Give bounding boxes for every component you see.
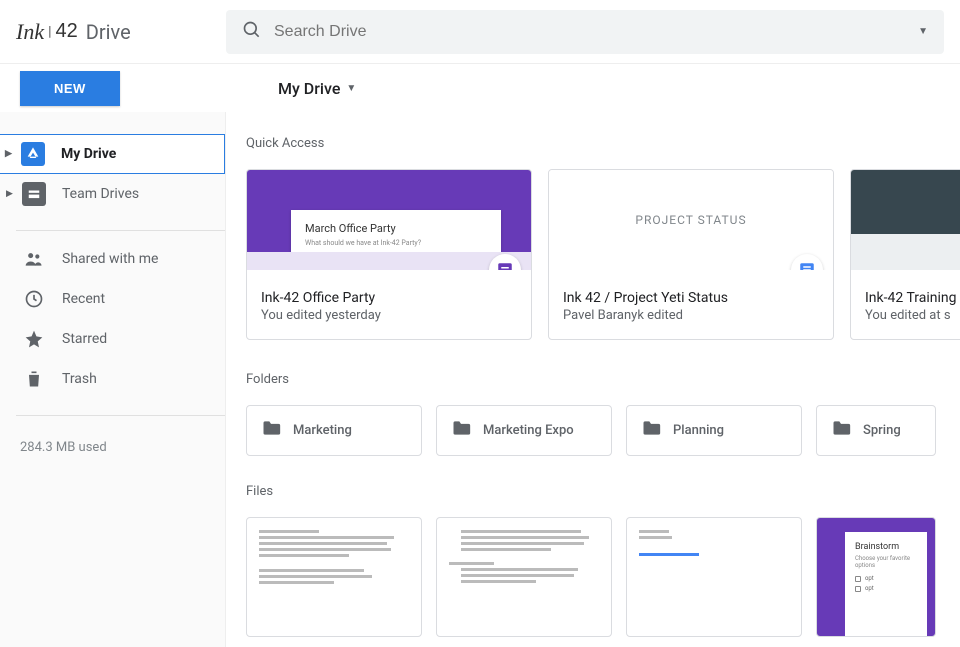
sidebar-item-shared[interactable]: Shared with me [0, 239, 225, 279]
search-options-icon[interactable]: ▼ [918, 26, 928, 37]
thumbnail: March Office Party What should we have a… [247, 170, 531, 270]
folder-name: Marketing Expo [483, 423, 574, 438]
breadcrumb-label: My Drive [278, 79, 340, 98]
breadcrumb[interactable]: My Drive ▼ [228, 79, 356, 98]
thumb-title: March Office Party [305, 222, 487, 235]
quick-access-card[interactable]: Ink-42 Training You edited at s [850, 169, 960, 340]
logo[interactable]: Ink | 42 Drive [16, 19, 226, 45]
drive-icon [21, 142, 45, 166]
sidebar-item-starred[interactable]: Starred [0, 319, 225, 359]
product-label: Drive [86, 20, 131, 44]
brand-suffix: 42 [56, 20, 78, 43]
chevron-right-icon: ▶ [5, 149, 17, 159]
doc-preview [259, 530, 409, 584]
card-title: Ink 42 / Project Yeti Status [563, 290, 819, 306]
folders-row: Marketing Marketing Expo Planning Spring [246, 405, 960, 456]
thumbnail [851, 170, 960, 270]
file-card[interactable] [626, 517, 802, 637]
chevron-right-icon: ▶ [6, 189, 18, 199]
nav-label: Starred [62, 331, 225, 347]
doc-preview [639, 530, 789, 556]
divider [16, 230, 225, 231]
doc-preview [449, 530, 599, 583]
file-card[interactable] [246, 517, 422, 637]
files-label: Files [246, 484, 960, 499]
nav-label: Team Drives [62, 186, 225, 202]
folder-icon [451, 418, 471, 443]
brand-divider: | [48, 24, 51, 40]
sidebar-item-my-drive[interactable]: ▶ My Drive [0, 134, 225, 174]
card-title: Ink-42 Office Party [261, 290, 517, 306]
quick-access-row: March Office Party What should we have a… [246, 169, 960, 340]
sidebar-item-recent[interactable]: Recent [0, 279, 225, 319]
card-subtitle: You edited at s [865, 308, 955, 323]
thumbnail: PROJECT STATUS [549, 170, 833, 270]
trash-icon [22, 367, 46, 391]
quick-access-label: Quick Access [246, 136, 960, 151]
star-icon [22, 327, 46, 351]
files-row: Brainstorm Choose your favorite options … [246, 517, 960, 637]
sidebar-item-team-drives[interactable]: ▶ Team Drives [0, 174, 225, 214]
search-bar[interactable]: ▼ [226, 10, 944, 54]
chevron-down-icon: ▼ [346, 83, 356, 94]
nav-label: My Drive [61, 146, 224, 162]
folder-card[interactable]: Marketing Expo [436, 405, 612, 456]
new-button[interactable]: NEW [20, 71, 120, 106]
search-input[interactable] [274, 23, 918, 41]
folder-card[interactable]: Spring [816, 405, 936, 456]
folder-name: Planning [673, 423, 724, 438]
card-subtitle: You edited yesterday [261, 308, 517, 323]
folder-card[interactable]: Marketing [246, 405, 422, 456]
main-content: Quick Access March Office Party What sho… [226, 112, 960, 647]
quick-access-card[interactable]: March Office Party What should we have a… [246, 169, 532, 340]
quick-access-card[interactable]: PROJECT STATUS Ink 42 / Project Yeti Sta… [548, 169, 834, 340]
storage-info: 284.3 MB used [0, 424, 225, 455]
subheader: NEW My Drive ▼ [0, 64, 960, 112]
clock-icon [22, 287, 46, 311]
nav-label: Recent [62, 291, 225, 307]
header: Ink | 42 Drive ▼ [0, 0, 960, 64]
card-title: Ink-42 Training [865, 290, 955, 306]
folder-name: Marketing [293, 423, 352, 438]
nav-label: Shared with me [62, 251, 225, 267]
folder-icon [641, 418, 661, 443]
filetype-badge [791, 254, 823, 270]
folder-card[interactable]: Planning [626, 405, 802, 456]
sidebar: ▶ My Drive ▶ Team Drives Shared with m [0, 112, 226, 647]
folder-icon [831, 418, 851, 443]
folder-icon [261, 418, 281, 443]
filetype-badge [489, 254, 521, 270]
team-drives-icon [22, 182, 46, 206]
nav-label: Trash [62, 371, 225, 387]
thumb-title: PROJECT STATUS [635, 213, 746, 227]
folders-label: Folders [246, 372, 960, 387]
file-card[interactable] [436, 517, 612, 637]
divider [16, 415, 225, 416]
brand-name: Ink [16, 19, 44, 45]
folder-name: Spring [863, 423, 901, 438]
card-subtitle: Pavel Baranyk edited [563, 308, 819, 323]
search-icon [242, 20, 262, 44]
people-icon [22, 247, 46, 271]
file-card[interactable]: Brainstorm Choose your favorite options … [816, 517, 936, 637]
form-preview: Brainstorm Choose your favorite options … [845, 532, 927, 636]
file-title: Brainstorm [855, 542, 917, 552]
sidebar-item-trash[interactable]: Trash [0, 359, 225, 399]
